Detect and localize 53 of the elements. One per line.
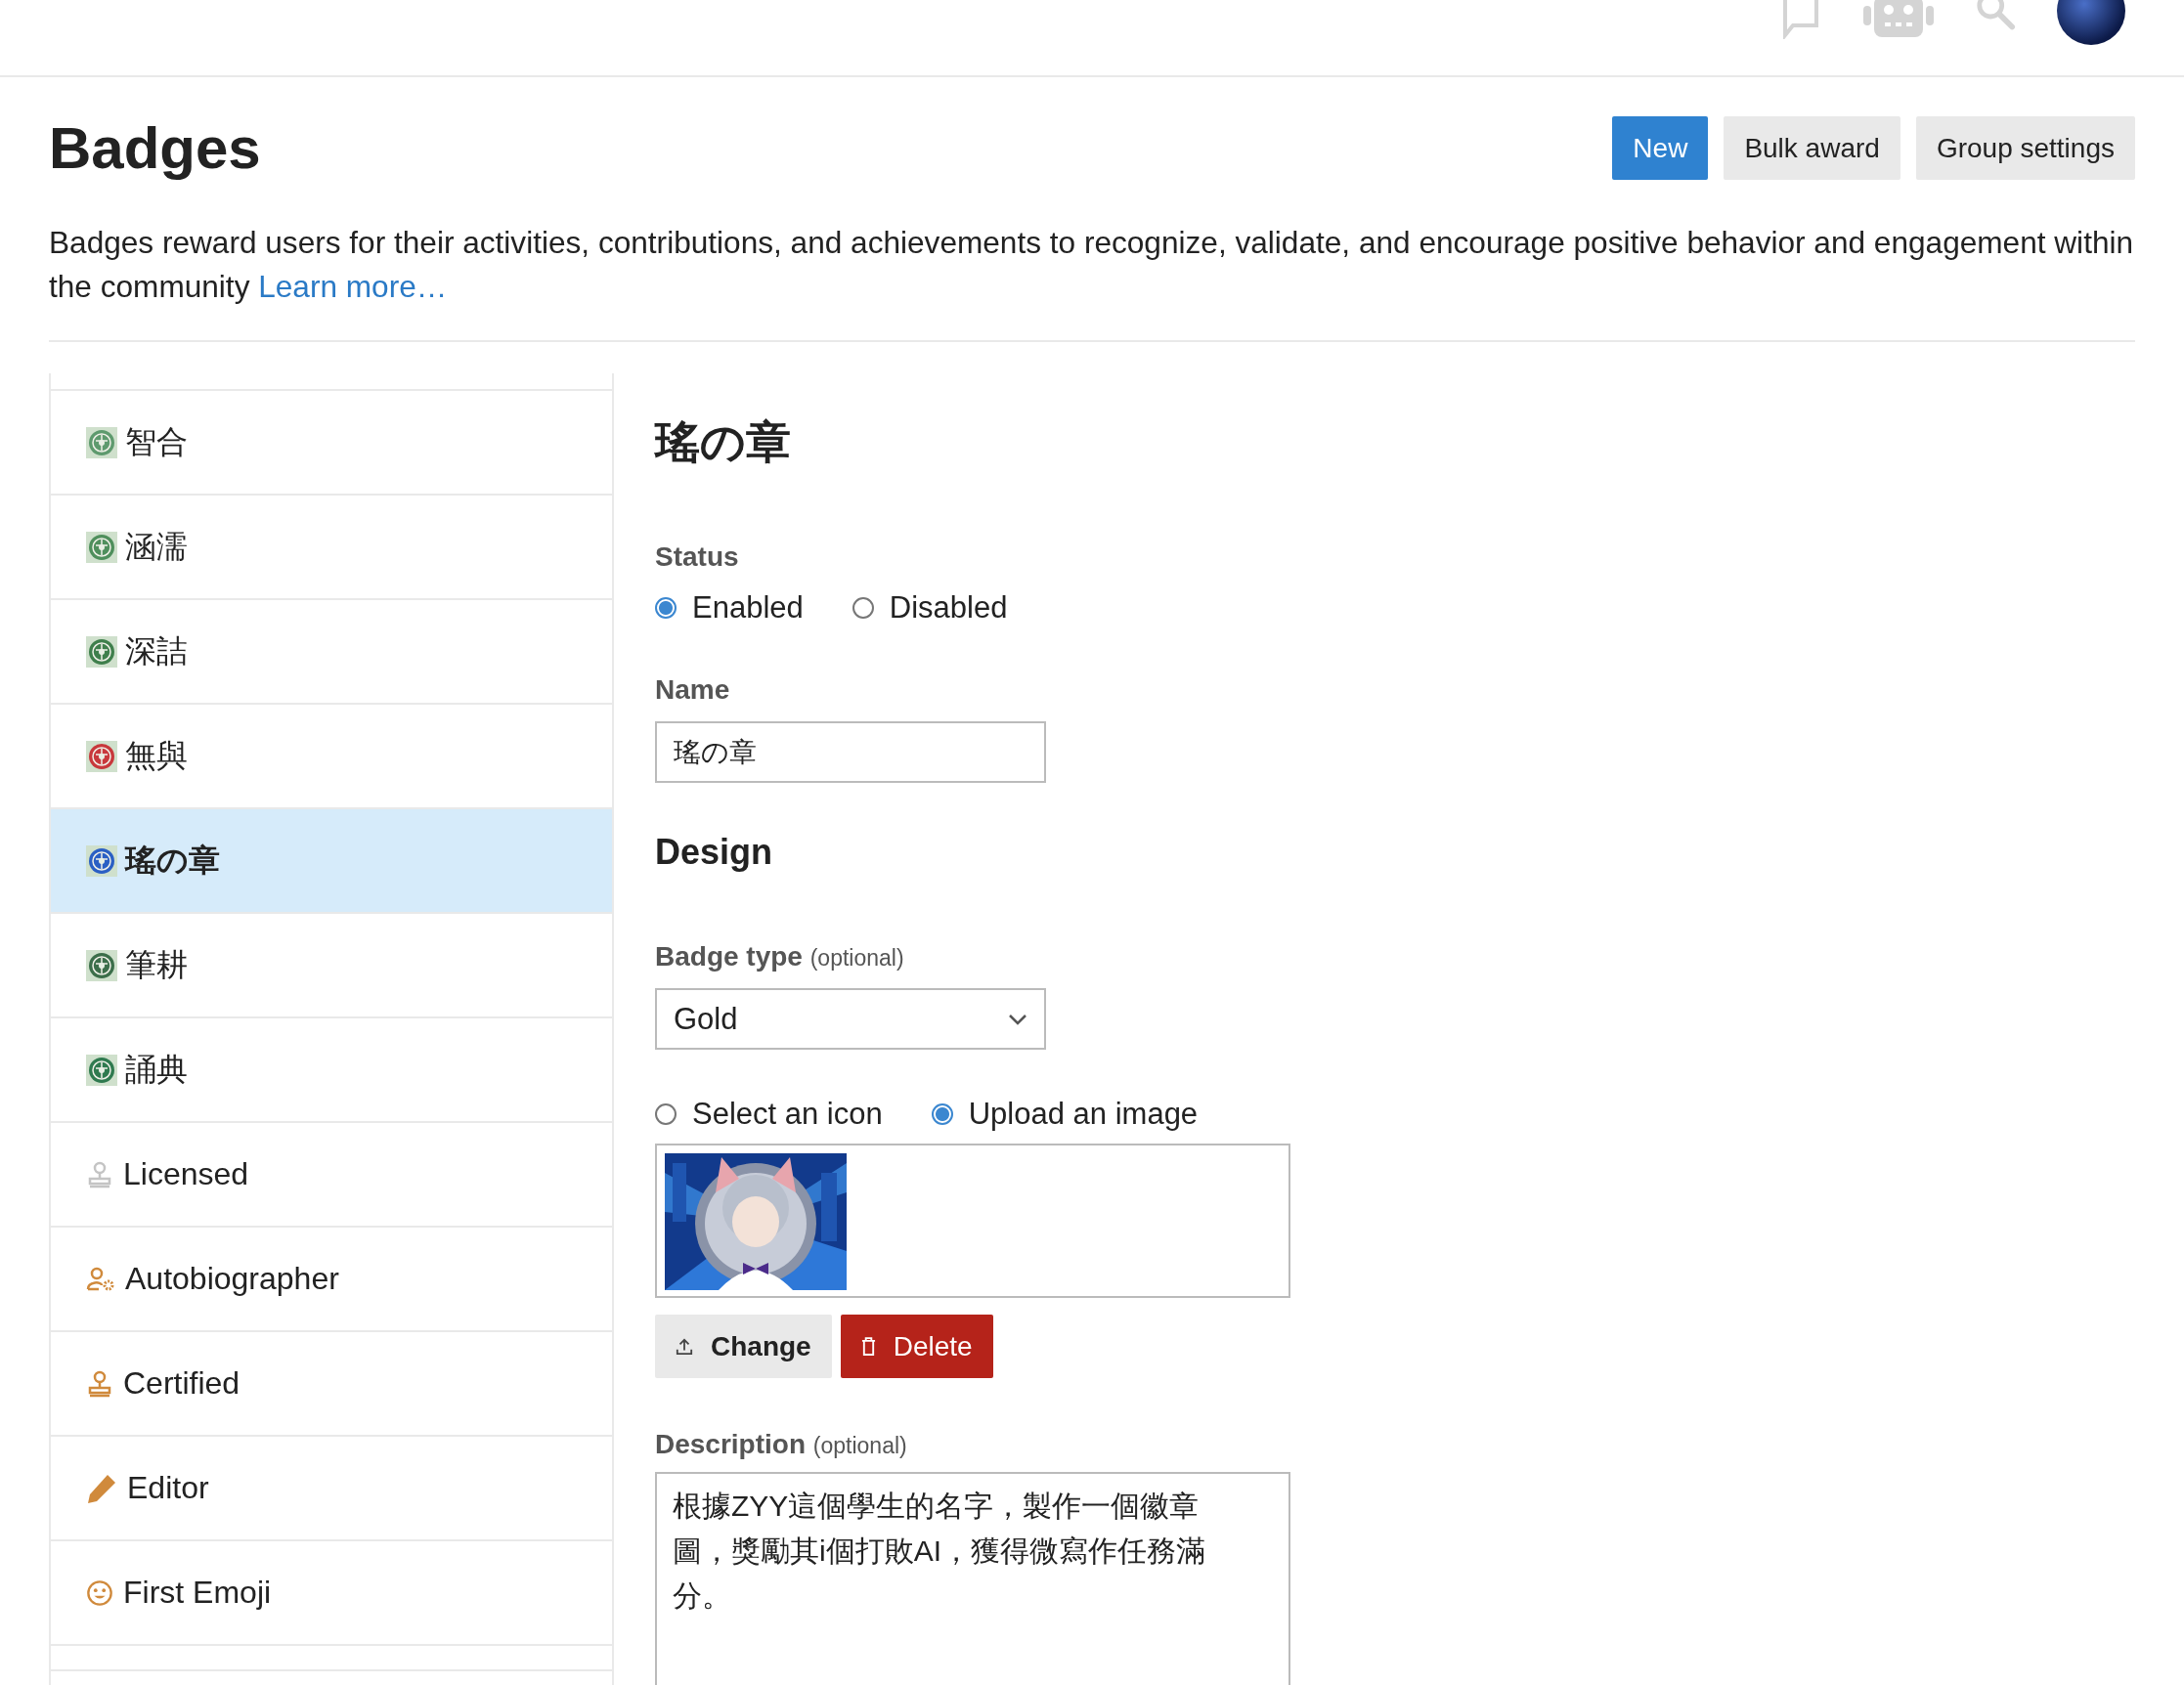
badge-name: 深詰	[125, 631, 188, 670]
radio-button[interactable]	[852, 597, 874, 619]
badge-type-dropdown[interactable]: Gold	[655, 988, 1046, 1050]
field-label: Status	[655, 541, 740, 573]
badge-list-item[interactable]: Licensed	[51, 1123, 612, 1228]
upload-icon	[676, 1337, 693, 1356]
badge-name: 智合	[125, 422, 188, 461]
badge-list-item[interactable]: Certified	[51, 1332, 612, 1437]
badge-name: Autobiographer	[125, 1261, 339, 1297]
header-button[interactable]: Bulk award	[1724, 116, 1900, 180]
badge-name: Licensed	[123, 1156, 249, 1192]
header-button[interactable]: Group settings	[1915, 116, 2135, 180]
radio-button[interactable]	[931, 1103, 953, 1125]
section-heading: Design	[655, 832, 774, 873]
image-source-radio[interactable]: Select an icon	[655, 1097, 883, 1132]
delete-button[interactable]: Delete	[840, 1315, 993, 1378]
radio-label: Enabled	[692, 590, 804, 626]
field-label: Badge type (optional)	[655, 941, 905, 972]
badge-list-item[interactable]: Editor	[51, 1437, 612, 1541]
badge-list-item[interactable]: 瑤の章	[51, 809, 612, 914]
badge-name: 無與	[125, 736, 188, 775]
badge-list-item[interactable]: 智合	[51, 391, 612, 496]
change-button[interactable]: Change	[655, 1315, 832, 1378]
new-button[interactable]: New	[1612, 116, 1709, 180]
badge-name: Editor	[127, 1470, 209, 1506]
intro-text: Badges reward users for their activities, contributions, and achievements to recognize, validate, and encourage positive behavior and engagement within the community Learn more…	[49, 224, 2135, 306]
field-label: Name	[655, 674, 731, 706]
chevron-down-icon	[1008, 1013, 1027, 1025]
status-radio[interactable]: Disabled	[852, 590, 1008, 626]
page-title: Badges	[49, 114, 261, 182]
badge-name: First Emoji	[123, 1575, 272, 1611]
badge-list-item[interactable]: Autobiographer	[51, 1228, 612, 1332]
badge-title: 瑤の章	[655, 415, 792, 469]
badge-name: 涵濡	[125, 527, 188, 566]
field-label: Description (optional)	[655, 1429, 908, 1460]
badge-name: 筆耕	[125, 945, 188, 984]
trash-icon	[860, 1337, 876, 1356]
radio-label: Select an icon	[692, 1097, 883, 1132]
badge-list-item[interactable]: 誦典	[51, 1018, 612, 1123]
badge-name: 瑤の章	[125, 841, 220, 880]
badge-list-item[interactable]: First Emoji	[51, 1541, 612, 1646]
radio-button[interactable]	[655, 597, 677, 619]
status-radio[interactable]: Enabled	[655, 590, 804, 626]
name-field[interactable]: 瑤の章	[655, 721, 1046, 783]
badge-list-item[interactable]: 筆耕	[51, 914, 612, 1018]
badge-name: 誦典	[125, 1050, 188, 1089]
radio-label: Disabled	[889, 590, 1008, 626]
learn-more-link[interactable]: Learn more…	[258, 269, 448, 304]
radio-button[interactable]	[655, 1103, 677, 1125]
badge-name: Certified	[123, 1365, 240, 1402]
badge-list-item[interactable]: 涵濡	[51, 496, 612, 600]
description-field[interactable]: 根據ZYY這個學生的名字，製作一個徽章圖，獎勵其i個打敗AI，獲得微寫作任務滿分。	[655, 1472, 1290, 1685]
badge-list-item[interactable]: 深詰	[51, 600, 612, 705]
